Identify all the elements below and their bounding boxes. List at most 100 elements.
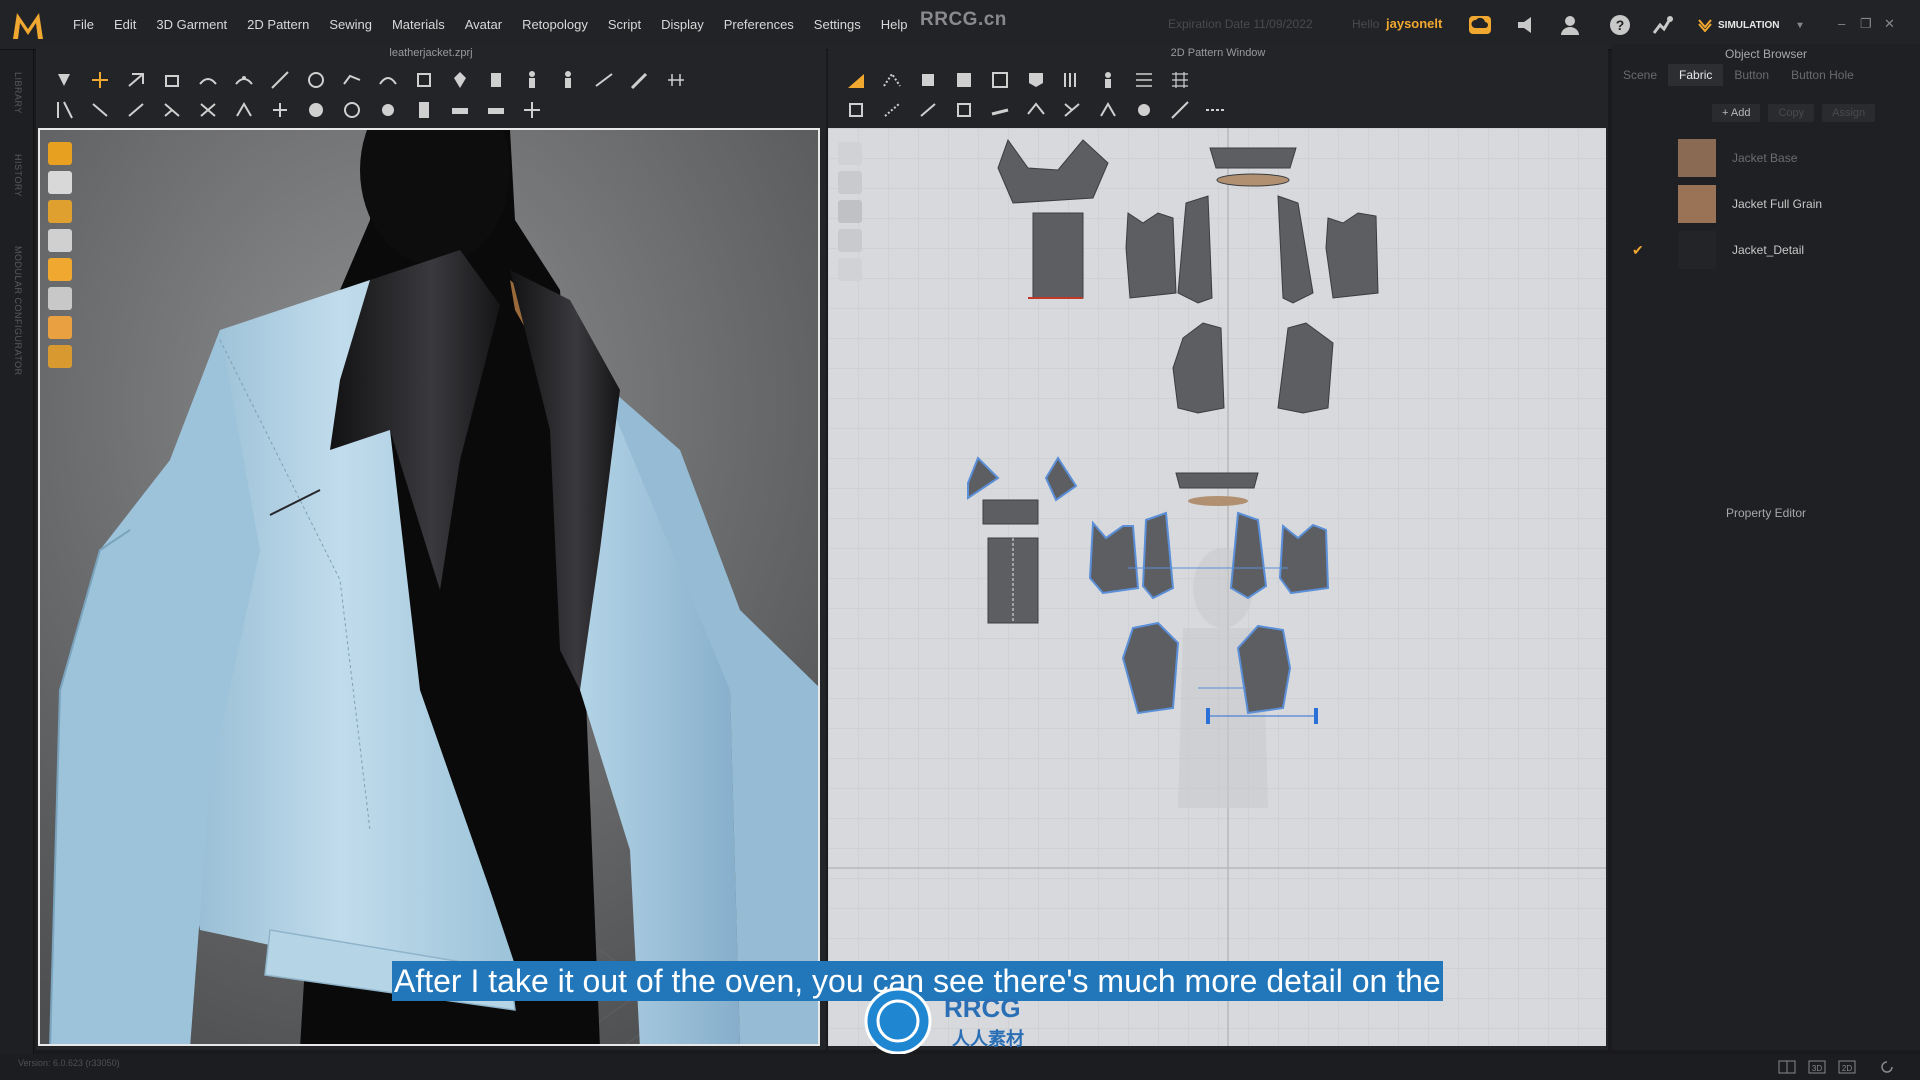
- tab-fabric[interactable]: Fabric: [1668, 64, 1724, 86]
- segment-sewing-icon[interactable]: [52, 98, 76, 122]
- help-icon[interactable]: ?: [1608, 13, 1632, 37]
- 2d-check-sewing-icon[interactable]: [952, 98, 976, 122]
- pattern-canvas[interactable]: [828, 128, 1606, 1046]
- 2d-pucker-icon[interactable]: [1096, 98, 1120, 122]
- internal-line-icon[interactable]: [1096, 68, 1120, 92]
- free-sewing-icon[interactable]: [88, 98, 112, 122]
- history-tab[interactable]: HISTORY: [13, 154, 23, 197]
- rectangle-icon[interactable]: [988, 68, 1012, 92]
- menu-2d-pattern[interactable]: 2D Pattern: [238, 17, 320, 32]
- edit-point-icon[interactable]: [880, 68, 904, 92]
- 2d-edit-sewing-icon[interactable]: [916, 98, 940, 122]
- 3d-scene[interactable]: [40, 130, 820, 1046]
- tab-scene[interactable]: Scene: [1612, 64, 1668, 86]
- puckering-icon[interactable]: [232, 98, 256, 122]
- zipper-icon[interactable]: [376, 98, 400, 122]
- menu-file[interactable]: File: [64, 17, 105, 32]
- 3d-viewport[interactable]: [38, 128, 820, 1046]
- grid-icon[interactable]: [1168, 68, 1192, 92]
- puckering-line-icon[interactable]: [412, 98, 436, 122]
- menu-preferences[interactable]: Preferences: [715, 17, 805, 32]
- measure-icon[interactable]: [268, 68, 292, 92]
- menu-help[interactable]: Help: [872, 17, 919, 32]
- connect-icon[interactable]: [1650, 13, 1674, 37]
- layout-2d-icon[interactable]: 2D: [1838, 1060, 1856, 1074]
- trim-icon[interactable]: [448, 98, 472, 122]
- copy-fabric-button[interactable]: Copy: [1768, 104, 1815, 122]
- fold-arrangement-icon[interactable]: [160, 68, 184, 92]
- add-fabric-button[interactable]: + Add: [1712, 104, 1761, 122]
- show-strain-map-icon[interactable]: [48, 316, 72, 339]
- username[interactable]: jaysonelt: [1386, 16, 1442, 31]
- edit-curve-icon[interactable]: [916, 68, 940, 92]
- tab-button-hole[interactable]: Button Hole: [1780, 64, 1865, 86]
- buttonhole-icon[interactable]: [340, 98, 364, 122]
- avatar-measure-icon[interactable]: [520, 68, 544, 92]
- edit-pattern-icon[interactable]: [592, 68, 616, 92]
- fitting-suit-icon[interactable]: [484, 68, 508, 92]
- texture-edit-icon[interactable]: [664, 68, 688, 92]
- menu-edit[interactable]: Edit: [105, 17, 147, 32]
- 2d-dashed-line-icon[interactable]: [1204, 98, 1228, 122]
- 2d-elastic-icon[interactable]: [1132, 98, 1156, 122]
- show-skeleton-icon[interactable]: [48, 229, 72, 252]
- circle-icon[interactable]: [1024, 68, 1048, 92]
- show-pattern-icon[interactable]: [838, 142, 862, 165]
- brush-icon[interactable]: [628, 68, 652, 92]
- restore-icon[interactable]: ❐: [1860, 16, 1872, 32]
- close-icon[interactable]: ✕: [1884, 16, 1895, 32]
- show-info-icon[interactable]: [838, 200, 862, 223]
- render-mode-icon[interactable]: [48, 345, 72, 368]
- 2d-measure-icon[interactable]: [1168, 98, 1192, 122]
- assign-fabric-button[interactable]: Assign: [1822, 104, 1876, 122]
- simulation-mode-dropdown[interactable]: SIMULATION ▾: [1698, 14, 1810, 36]
- menu-avatar[interactable]: Avatar: [456, 17, 513, 32]
- menu-sewing[interactable]: Sewing: [320, 17, 383, 32]
- 2d-free-sewing-icon[interactable]: [880, 98, 904, 122]
- show-base-line-icon[interactable]: [838, 171, 862, 194]
- menu-3d-garment[interactable]: 3D Garment: [147, 17, 238, 32]
- show-seam-allowance-icon[interactable]: [838, 258, 862, 281]
- show-pins-icon[interactable]: [48, 258, 72, 281]
- show-internal-lines-icon[interactable]: [48, 287, 72, 310]
- 2d-trace-icon[interactable]: [988, 98, 1012, 122]
- button-icon[interactable]: [304, 98, 328, 122]
- select-mesh-icon[interactable]: [124, 68, 148, 92]
- layout-3d-icon[interactable]: 3D: [1808, 1060, 1826, 1074]
- 2d-transform-icon[interactable]: [844, 68, 868, 92]
- graphic-icon[interactable]: [484, 98, 508, 122]
- transform-tool-icon[interactable]: [52, 68, 76, 92]
- fabric-item-jacket-base[interactable]: Jacket Base: [1632, 136, 1920, 180]
- tack-icon[interactable]: [304, 68, 328, 92]
- menu-script[interactable]: Script: [599, 17, 652, 32]
- user-icon[interactable]: [1558, 13, 1582, 37]
- seam-taping-icon[interactable]: [124, 98, 148, 122]
- show-texture-2d-icon[interactable]: [838, 229, 862, 252]
- refresh-icon[interactable]: [1880, 1060, 1894, 1074]
- arrangement-point-icon[interactable]: [448, 68, 472, 92]
- minimize-icon[interactable]: –: [1838, 16, 1845, 31]
- show-texture-icon[interactable]: [48, 200, 72, 223]
- tab-button[interactable]: Button: [1723, 64, 1780, 86]
- 2d-viewport[interactable]: [828, 128, 1606, 1046]
- menu-materials[interactable]: Materials: [383, 17, 456, 32]
- select-move-icon[interactable]: [88, 68, 112, 92]
- announcement-icon[interactable]: [1515, 13, 1539, 37]
- select-avatar-icon[interactable]: [412, 68, 436, 92]
- pin-icon[interactable]: [232, 68, 256, 92]
- fold-icon[interactable]: [268, 98, 292, 122]
- check-sewing-icon[interactable]: [196, 98, 220, 122]
- polygon-icon[interactable]: [952, 68, 976, 92]
- flatten-icon[interactable]: [196, 68, 220, 92]
- edit-sewing-icon[interactable]: [160, 98, 184, 122]
- solidify-icon[interactable]: [520, 98, 544, 122]
- 2d-fold-icon[interactable]: [1060, 98, 1084, 122]
- 2d-symmetry-icon[interactable]: [1024, 98, 1048, 122]
- 2d-segment-sewing-icon[interactable]: [844, 98, 868, 122]
- layout-single-icon[interactable]: [1778, 1060, 1796, 1074]
- strengthen-icon[interactable]: [376, 68, 400, 92]
- menu-retopology[interactable]: Retopology: [513, 17, 599, 32]
- menu-settings[interactable]: Settings: [805, 17, 872, 32]
- menu-display[interactable]: Display: [652, 17, 715, 32]
- fabric-item-jacket-detail[interactable]: ✔ Jacket_Detail: [1632, 228, 1920, 272]
